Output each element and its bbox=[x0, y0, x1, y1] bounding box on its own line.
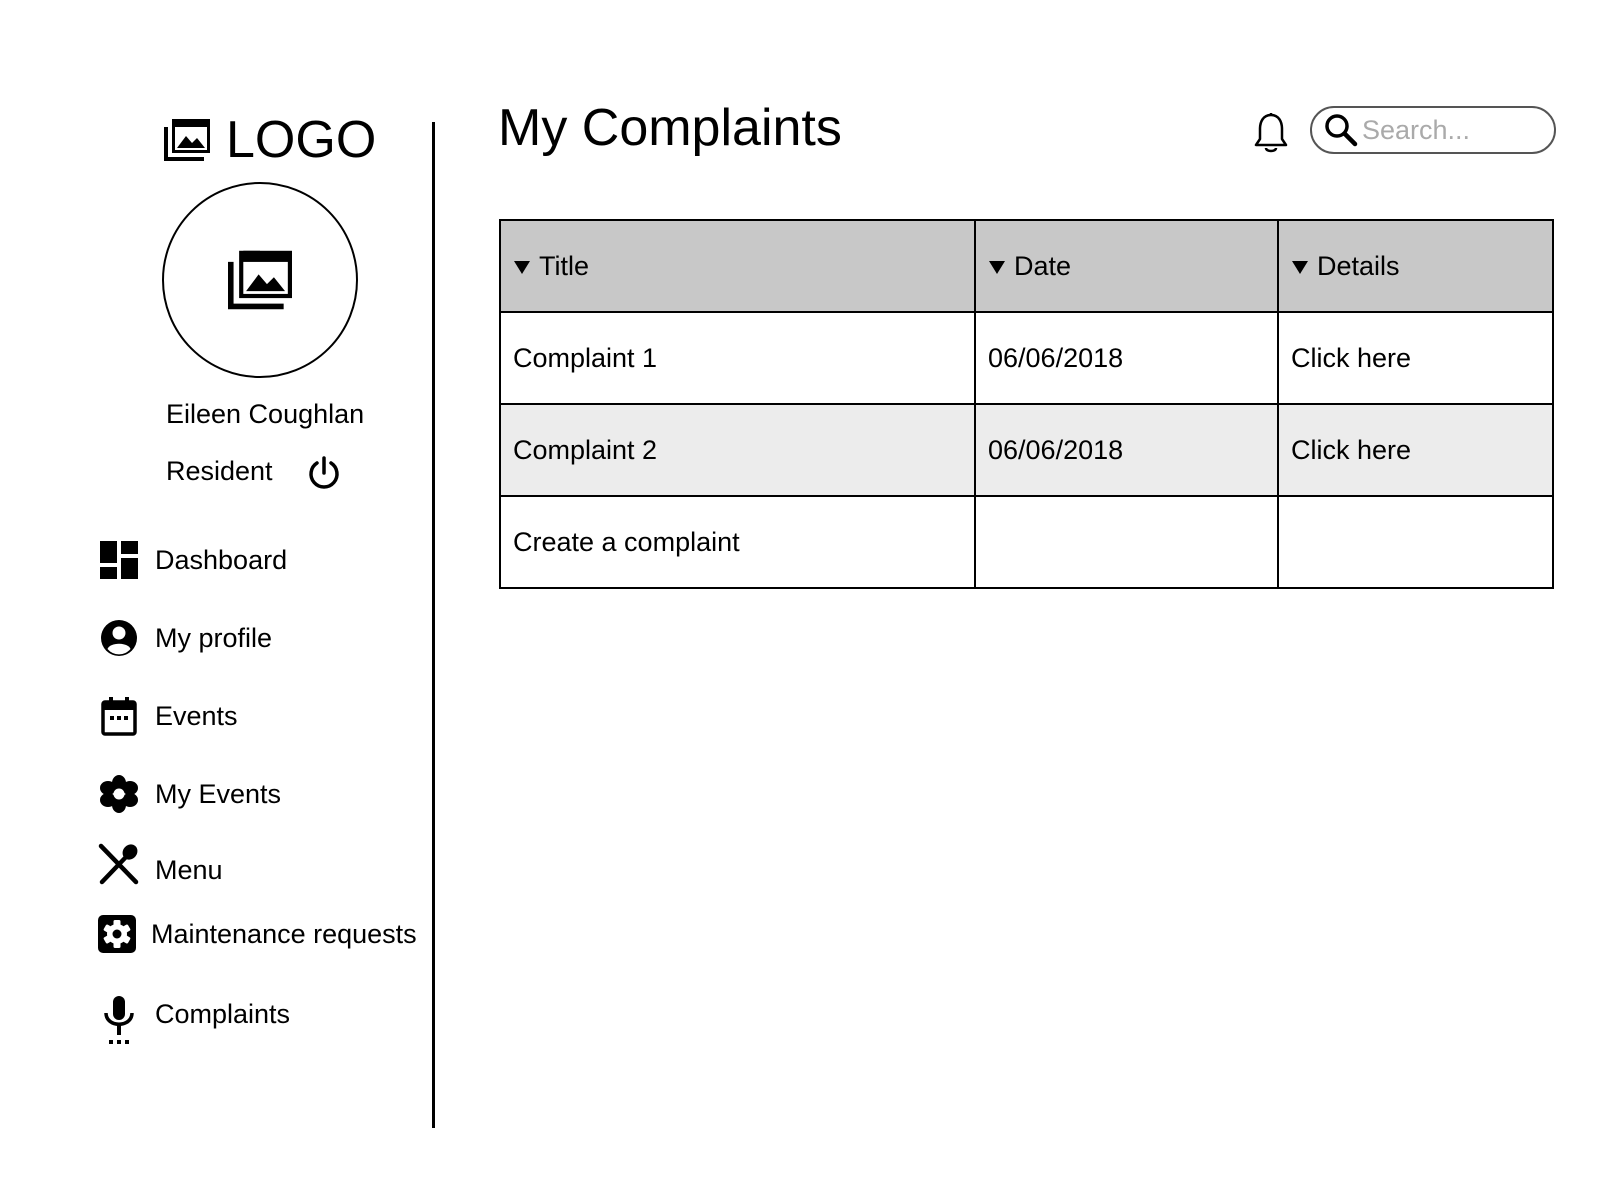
dashboard-icon bbox=[97, 538, 141, 582]
details-link[interactable]: Click here bbox=[1277, 311, 1554, 405]
column-header-title[interactable]: Title bbox=[499, 219, 976, 313]
sidebar-item-label: Events bbox=[155, 701, 238, 731]
create-complaint-link[interactable]: Create a complaint bbox=[499, 495, 976, 589]
sidebar-item-dashboard[interactable]: Dashboard bbox=[97, 538, 287, 582]
sidebar-item-label: Dashboard bbox=[155, 545, 288, 575]
column-header-label: Title bbox=[539, 250, 590, 281]
user-name: Eileen Coughlan bbox=[166, 399, 365, 429]
calendar-icon bbox=[97, 694, 141, 738]
sidebar-item-menu[interactable]: Menu bbox=[97, 843, 223, 892]
sidebar-item-label: My Events bbox=[155, 779, 282, 809]
column-header-date[interactable]: Date bbox=[974, 219, 1279, 313]
sidebar-item-label: Complaints bbox=[155, 999, 291, 1029]
sidebar-item-maintenance-requests[interactable]: Maintenance requests bbox=[97, 912, 417, 956]
table-header-row: Title Date Details bbox=[499, 219, 1554, 313]
empty-cell bbox=[1277, 495, 1554, 589]
page-title: My Complaints bbox=[498, 99, 842, 157]
sidebar-item-complaints[interactable]: Complaints bbox=[97, 992, 291, 1044]
column-header-details[interactable]: Details bbox=[1277, 219, 1554, 313]
sidebar-item-my-events[interactable]: My Events bbox=[97, 772, 281, 816]
sort-down-icon bbox=[989, 261, 1005, 275]
bell-icon[interactable] bbox=[1253, 112, 1289, 154]
sidebar-item-label: Maintenance requests bbox=[151, 919, 417, 949]
account-circle-icon bbox=[97, 616, 141, 660]
flower-icon bbox=[97, 772, 141, 816]
empty-cell bbox=[974, 495, 1279, 589]
cell-date: 06/06/2018 bbox=[974, 403, 1279, 497]
table-row: Complaint 2 06/06/2018 Click here bbox=[499, 403, 1554, 497]
sidebar-item-my-profile[interactable]: My profile bbox=[97, 616, 272, 660]
column-header-label: Details bbox=[1317, 250, 1400, 281]
sidebar-item-events[interactable]: Events bbox=[97, 694, 238, 738]
sidebar-item-label: My profile bbox=[155, 623, 273, 653]
settings-box-icon bbox=[97, 912, 137, 956]
photo-library-icon bbox=[162, 117, 212, 163]
details-link[interactable]: Click here bbox=[1277, 403, 1554, 497]
power-icon[interactable] bbox=[307, 455, 341, 491]
table-row: Complaint 1 06/06/2018 Click here bbox=[499, 311, 1554, 405]
search-box[interactable] bbox=[1310, 106, 1556, 154]
search-input[interactable] bbox=[1362, 114, 1552, 146]
microphone-icon bbox=[97, 996, 141, 1044]
photo-library-icon bbox=[222, 248, 298, 312]
column-header-label: Date bbox=[1014, 250, 1072, 281]
cell-title: Complaint 1 bbox=[499, 311, 976, 405]
table-row-create: Create a complaint bbox=[499, 495, 1554, 589]
sidebar-item-label: Menu bbox=[155, 855, 223, 885]
avatar[interactable] bbox=[162, 182, 358, 378]
logo: LOGO bbox=[162, 112, 376, 168]
user-role: Resident bbox=[166, 456, 273, 486]
sort-down-icon bbox=[514, 261, 530, 275]
search-icon bbox=[1324, 113, 1358, 147]
sort-down-icon bbox=[1292, 261, 1308, 275]
cell-title: Complaint 2 bbox=[499, 403, 976, 497]
utensils-icon bbox=[97, 842, 141, 886]
sidebar-divider bbox=[432, 122, 435, 1128]
logo-text: LOGO bbox=[226, 111, 377, 169]
cell-date: 06/06/2018 bbox=[974, 311, 1279, 405]
complaints-table: Title Date Details Complaint 1 06/06/201… bbox=[499, 219, 1554, 589]
